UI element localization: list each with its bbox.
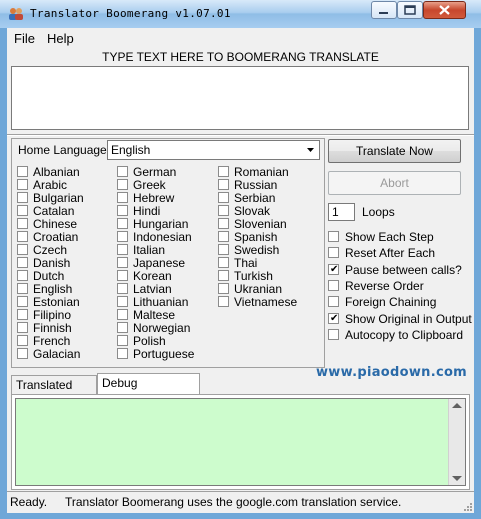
language-checkbox[interactable] [17, 335, 28, 346]
menu-bar: File Help [7, 28, 474, 48]
language-checkbox[interactable] [17, 231, 28, 242]
language-checkbox[interactable] [117, 257, 128, 268]
minimize-button[interactable] [371, 1, 397, 19]
option-checkbox[interactable] [328, 231, 339, 242]
language-checkbox[interactable] [17, 283, 28, 294]
language-checkbox[interactable] [218, 192, 229, 203]
language-checkbox[interactable] [17, 244, 28, 255]
home-language-select[interactable]: English [107, 140, 320, 160]
language-checkbox[interactable] [17, 270, 28, 281]
chevron-down-icon [307, 148, 314, 152]
maximize-button[interactable] [397, 1, 423, 19]
language-checkbox[interactable] [218, 283, 229, 294]
language-checkbox[interactable] [117, 205, 128, 216]
scroll-down-icon[interactable] [452, 476, 462, 481]
language-checkbox[interactable] [117, 166, 128, 177]
language-checkbox[interactable] [218, 179, 229, 190]
home-language-label: Home Language: [18, 143, 111, 157]
language-checkbox[interactable] [17, 309, 28, 320]
tab-debug-information[interactable]: Debug Information [97, 373, 200, 409]
checkmark-icon: ✔ [330, 263, 339, 275]
status-message: Translator Boomerang uses the google.com… [65, 495, 402, 509]
language-checklist: Albanian Arabic Bulgarian Catalan Chinese Cro… [15, 166, 315, 366]
option-label: Pause between calls? [345, 262, 462, 277]
language-checkbox[interactable] [218, 257, 229, 268]
language-checkbox[interactable] [218, 205, 229, 216]
language-checkbox[interactable] [117, 309, 128, 320]
language-label: Galacian [33, 347, 81, 361]
maximize-icon [404, 5, 416, 15]
option-checkbox[interactable] [328, 279, 339, 291]
option-checkbox[interactable] [328, 328, 339, 340]
language-checkbox[interactable] [117, 322, 128, 333]
status-bar: Ready. Translator Boomerang uses the goo… [7, 491, 474, 513]
language-checkbox[interactable] [117, 192, 128, 203]
abort-button[interactable]: Abort [328, 171, 461, 195]
language-checkbox[interactable] [117, 231, 128, 242]
language-checkbox[interactable] [218, 296, 229, 307]
option-checkbox[interactable]: ✔ [328, 263, 339, 275]
option-label: Autocopy to Clipboard [345, 327, 464, 342]
language-checkbox[interactable] [117, 283, 128, 294]
client-area: File Help TYPE TEXT HERE TO BOOMERANG TR… [7, 28, 474, 513]
translate-now-button[interactable]: Translate Now [328, 139, 461, 163]
language-checkbox[interactable] [218, 218, 229, 229]
menu-help[interactable]: Help [47, 31, 74, 46]
option-label: Reverse Order [345, 278, 424, 293]
loops-value: 1 [332, 205, 339, 219]
language-checkbox[interactable] [17, 348, 28, 359]
close-icon [439, 5, 450, 15]
option-label: Foreign Chaining [345, 295, 437, 310]
language-checkbox[interactable] [17, 218, 28, 229]
language-checkbox[interactable] [218, 270, 229, 281]
language-checkbox[interactable] [17, 257, 28, 268]
language-checkbox[interactable] [117, 335, 128, 346]
tab-panel [11, 394, 470, 490]
divider [7, 134, 474, 136]
language-checkbox[interactable] [17, 192, 28, 203]
language-checkbox[interactable] [218, 166, 229, 177]
source-text-input[interactable] [11, 66, 469, 130]
language-checkbox[interactable] [117, 348, 128, 359]
option-label: Reset After Each [345, 246, 436, 261]
language-checkbox[interactable] [117, 244, 128, 255]
menu-file[interactable]: File [14, 31, 35, 46]
app-people-icon [9, 8, 23, 20]
loops-label: Loops [362, 205, 395, 219]
app-window: Translator Boomerang v1.07.01 File Help … [0, 0, 481, 519]
close-button[interactable] [423, 1, 466, 19]
option-checkbox[interactable] [328, 247, 339, 259]
option-label: Show Original in Output [345, 311, 472, 326]
language-checkbox[interactable] [218, 244, 229, 255]
input-prompt: TYPE TEXT HERE TO BOOMERANG TRANSLATE [102, 50, 379, 64]
window-title: Translator Boomerang v1.07.01 [30, 7, 231, 20]
debug-output[interactable] [15, 398, 466, 486]
option-checkbox[interactable] [328, 296, 339, 308]
loops-input[interactable]: 1 [328, 203, 355, 221]
language-checkbox[interactable] [17, 322, 28, 333]
language-checkbox[interactable] [17, 166, 28, 177]
home-language-value: English [111, 143, 151, 157]
status-state: Ready. [10, 495, 48, 509]
option-checkbox[interactable]: ✔ [328, 312, 339, 324]
scroll-up-icon[interactable] [452, 403, 462, 408]
minimize-icon [379, 12, 388, 14]
title-bar[interactable]: Translator Boomerang v1.07.01 [0, 0, 481, 28]
language-checkbox[interactable] [117, 296, 128, 307]
language-checkbox[interactable] [117, 179, 128, 190]
language-checkbox[interactable] [17, 179, 28, 190]
language-label: Portuguese [133, 347, 195, 361]
language-checkbox[interactable] [17, 296, 28, 307]
resize-grip-icon[interactable] [461, 500, 473, 512]
language-checkbox[interactable] [117, 270, 128, 281]
language-checkbox[interactable] [218, 231, 229, 242]
tab-translated-text[interactable]: Translated Text [11, 375, 97, 411]
option-label: Show Each Step [345, 230, 434, 244]
language-checkbox[interactable] [117, 218, 128, 229]
watermark-text: www.piaodown.com [316, 365, 468, 380]
language-label: Vietnamese [234, 295, 298, 309]
language-checkbox[interactable] [17, 205, 28, 216]
checkmark-icon: ✔ [330, 312, 339, 324]
vertical-scrollbar[interactable] [448, 399, 465, 485]
